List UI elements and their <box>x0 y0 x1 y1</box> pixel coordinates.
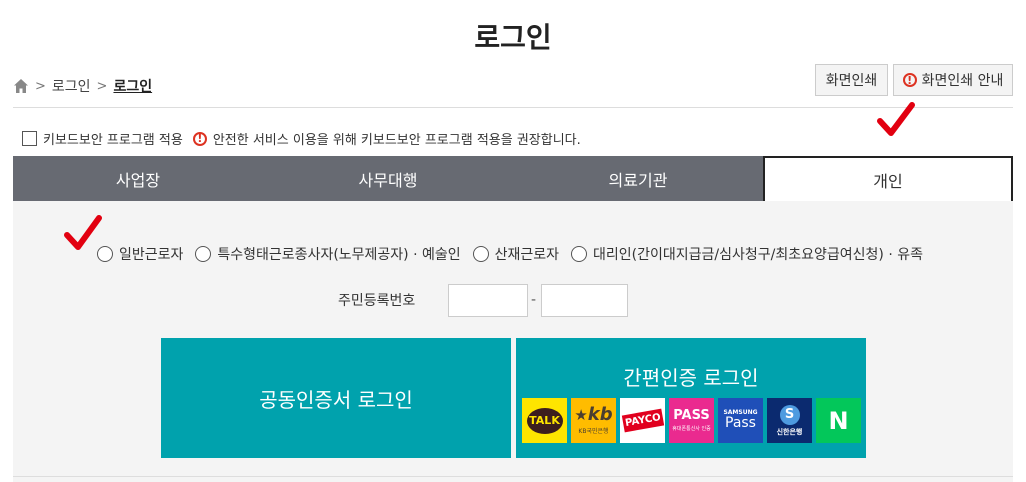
samsung-pass-icon: Pass <box>725 416 756 431</box>
user-type-radio-group: 일반근로자 특수형태근로종사자(노무제공자) · 예술인 산재근로자 대리인(간… <box>97 244 923 264</box>
shinhan-login-button[interactable]: S 신한은행 <box>767 398 812 443</box>
samsung-pass-login-button[interactable]: SAMSUNG Pass <box>718 398 763 443</box>
shinhan-icon: S <box>779 404 800 425</box>
certificate-login-button[interactable]: 공동인증서 로그인 <box>161 338 511 458</box>
provider-label: TALK <box>529 414 560 427</box>
print-guide-label: 화면인쇄 안내 <box>921 73 1004 89</box>
keyboard-security-label: 키보드보안 프로그램 적용 <box>43 133 183 148</box>
kakao-icon: TALK <box>526 407 563 434</box>
kb-icon: ★kb <box>574 404 613 425</box>
radio-label: 일반근로자 <box>119 247 184 263</box>
payco-login-button[interactable]: PAYCO <box>620 398 665 443</box>
easy-auth-login-panel: 간편인증 로그인 TALK ★kb KB국민은행 PAYCO PASS 휴대폰통… <box>516 338 866 458</box>
radio-injured-worker[interactable] <box>472 246 489 262</box>
radio-label: 산재근로자 <box>494 247 560 263</box>
provider-label: S <box>784 407 795 422</box>
pass-login-button[interactable]: PASS 휴대폰통신사 인증 <box>669 398 714 443</box>
keyboard-security-row: 키보드보안 프로그램 적용 ! 안전한 서비스 이용을 위해 키보드보안 프로그… <box>22 129 581 148</box>
tab-label: 사업장 <box>115 170 161 190</box>
ssn-front-input[interactable] <box>448 284 528 317</box>
provider-label: Pass <box>725 415 756 432</box>
kakao-login-button[interactable]: TALK <box>522 398 567 443</box>
radio-proxy[interactable] <box>571 246 588 262</box>
tab-agency[interactable]: 사무대행 <box>263 156 513 201</box>
radio-label: 대리인(간이대지급금/심사청구/최초요양급여신청) · 유족 <box>593 247 923 263</box>
keyboard-security-checkbox[interactable] <box>22 131 37 146</box>
print-button[interactable]: 화면인쇄 <box>815 64 888 96</box>
check-mark-annotation <box>876 101 916 149</box>
easy-auth-title: 간편인증 로그인 <box>623 366 759 390</box>
tab-personal[interactable]: 개인 <box>763 156 1013 201</box>
provider-sublabel: 신한은행 <box>776 427 803 436</box>
breadcrumb: > 로그인 > 로그인 <box>13 76 152 96</box>
print-button-label: 화면인쇄 <box>825 73 878 89</box>
tab-label: 의료기관 <box>608 170 668 190</box>
keyboard-security-notice: 안전한 서비스 이용을 위해 키보드보안 프로그램 적용을 권장합니다. <box>212 133 581 148</box>
chevron-right-icon: > <box>35 78 46 94</box>
provider-sublabel: 휴대폰통신사 인증 <box>672 426 711 432</box>
provider-label: N <box>828 406 849 435</box>
naver-icon: N <box>828 407 848 435</box>
divider <box>13 107 1013 108</box>
ssn-label: 주민등록번호 <box>338 293 416 309</box>
ssn-separator: - <box>531 292 537 308</box>
ssn-back-input[interactable] <box>541 284 628 317</box>
breadcrumb-current[interactable]: 로그인 <box>113 76 152 96</box>
print-guide-button[interactable]: ! 화면인쇄 안내 <box>893 64 1013 96</box>
tab-label: 개인 <box>873 171 903 191</box>
provider-label: PASS <box>673 408 710 423</box>
home-icon[interactable] <box>13 78 29 94</box>
pass-icon: PASS <box>673 409 710 422</box>
breadcrumb-item[interactable]: 로그인 <box>52 76 91 96</box>
tab-medical[interactable]: 의료기관 <box>513 156 763 201</box>
provider-label: kb <box>587 404 613 425</box>
radio-label: 특수형태근로종사자(노무제공자) · 예술인 <box>217 247 461 263</box>
tab-business[interactable]: 사업장 <box>13 156 263 201</box>
chevron-right-icon: > <box>96 78 108 94</box>
kb-login-button[interactable]: ★kb KB국민은행 <box>571 398 616 443</box>
naver-login-button[interactable]: N <box>816 398 861 443</box>
provider-sublabel: KB국민은행 <box>578 428 609 435</box>
certificate-login-label: 공동인증서 로그인 <box>259 387 413 412</box>
radio-general-worker[interactable] <box>97 246 113 262</box>
divider <box>13 476 1013 477</box>
page-title: 로그인 <box>474 21 552 54</box>
login-type-tabs: 사업장 사무대행 의료기관 개인 <box>13 156 1013 201</box>
easy-auth-provider-list: TALK ★kb KB국민은행 PAYCO PASS 휴대폰통신사 인증 SAM… <box>522 398 861 443</box>
payco-icon: PAYCO <box>621 408 664 433</box>
provider-label: PAYCO <box>623 411 662 430</box>
warning-icon: ! <box>902 73 917 87</box>
tab-label: 사무대행 <box>358 170 418 190</box>
radio-special-worker[interactable] <box>195 246 212 262</box>
warning-icon: ! <box>192 131 207 146</box>
